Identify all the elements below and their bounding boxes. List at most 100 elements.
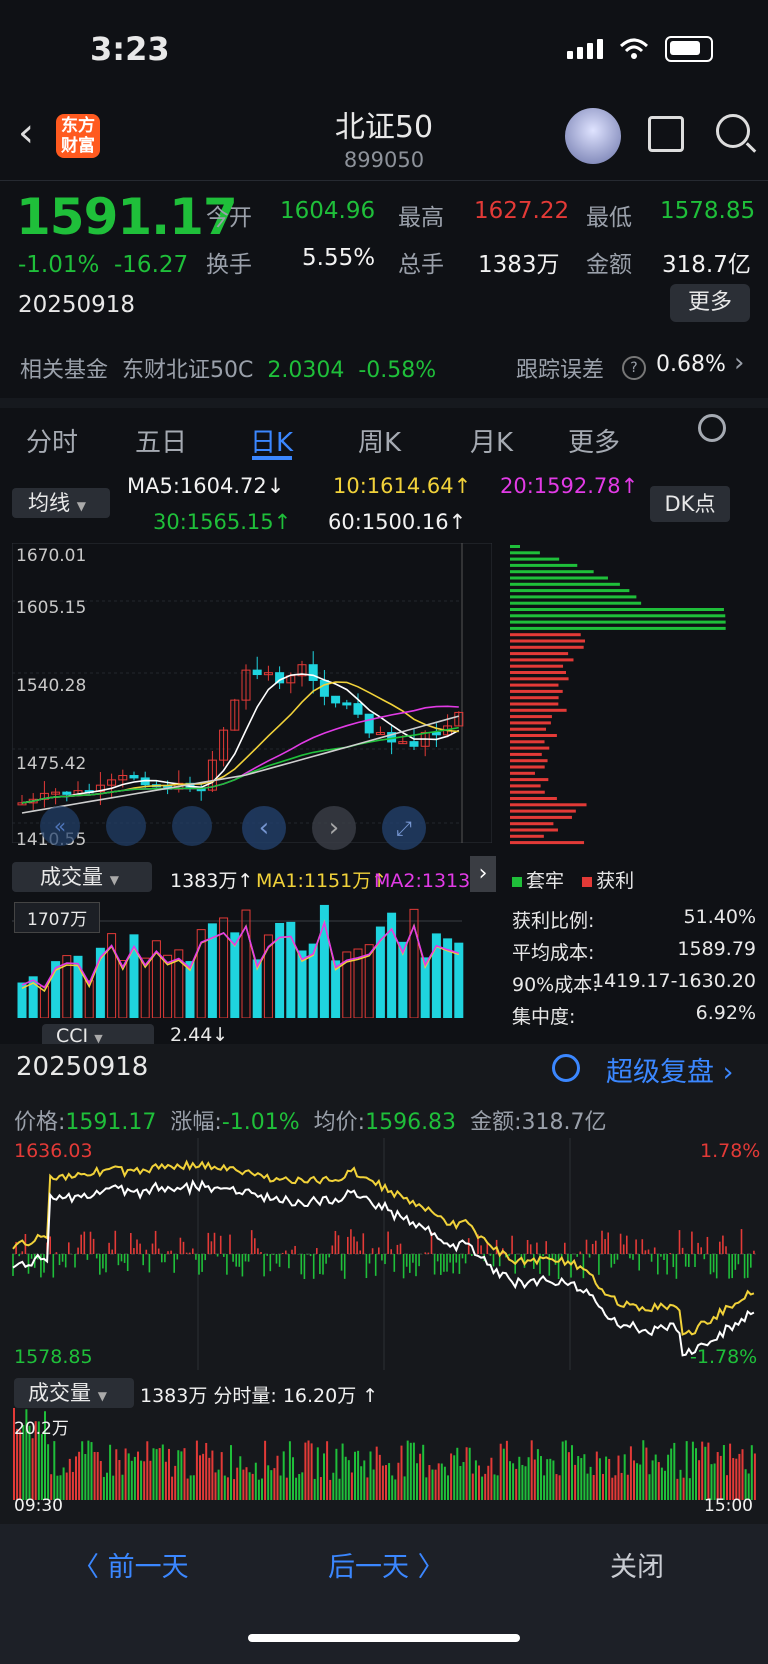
assistant-robot-icon[interactable] — [565, 108, 621, 164]
dk-point-button[interactable]: DK点 — [650, 486, 730, 522]
chip-bar — [510, 545, 520, 548]
share-icon[interactable] — [648, 116, 684, 152]
ma10-value: 10:1614.64↑ — [333, 474, 472, 498]
scroll-left-fast-icon[interactable]: « — [40, 806, 80, 846]
intraday-volume-bar — [199, 1455, 201, 1500]
chip-bar — [510, 771, 535, 775]
intraday-volume-selector[interactable]: 成交量 ▼ — [14, 1378, 134, 1408]
tab-weekly-k[interactable]: 周K — [358, 422, 401, 459]
wifi-icon — [619, 38, 649, 59]
intraday-volume-bar — [381, 1465, 384, 1500]
intraday-volume-bar — [158, 1448, 161, 1500]
chip-bar — [510, 834, 544, 838]
intraday-volume-bar — [118, 1460, 121, 1500]
intraday-volume-bar — [239, 1456, 242, 1500]
scroll-right-icon[interactable]: › — [312, 806, 356, 850]
open-value: 1604.96 — [280, 198, 376, 224]
intraday-volume-bar — [648, 1474, 651, 1500]
intraday-volume-bar — [177, 1450, 180, 1500]
intraday-volume-bar — [685, 1441, 688, 1500]
intraday-volume-bar — [406, 1440, 409, 1500]
chip-bar — [510, 689, 563, 693]
ma20-line — [21, 705, 459, 804]
chip-bar — [510, 683, 559, 687]
intraday-volume-bar — [106, 1472, 108, 1500]
intraday-volume-bar — [713, 1463, 716, 1500]
candle-body — [364, 713, 374, 734]
super-replay-link[interactable]: 超级复盘 › — [606, 1050, 733, 1089]
ma60-value: 60:1500.16↑ — [328, 510, 467, 534]
ma20-value: 20:1592.78↑ — [500, 474, 639, 498]
prev-day-button[interactable]: 〈 前一天 — [72, 1545, 189, 1584]
more-button[interactable]: 更多 — [670, 284, 750, 322]
intraday-volume-bar — [220, 1452, 223, 1500]
intraday-volume-bar — [78, 1451, 81, 1500]
intraday-volume-bar — [363, 1460, 366, 1500]
intraday-volume-bar — [251, 1473, 254, 1500]
volume-selector[interactable]: 成交量 ▼ — [12, 862, 152, 892]
intraday-bottom-pct: -1.78% — [690, 1346, 758, 1368]
intraday-volume-bar — [670, 1448, 673, 1500]
intraday-volume-bar — [152, 1448, 155, 1500]
history-icon[interactable] — [552, 1054, 580, 1082]
related-fund-row[interactable]: 相关基金 东财北证50C 2.0304 -0.58% — [20, 352, 436, 384]
intraday-volume-bar — [465, 1447, 468, 1500]
intraday-volume-bar — [40, 1434, 43, 1500]
ma-selector[interactable]: 均线 ▼ — [12, 488, 110, 518]
intraday-volume-bar — [360, 1466, 363, 1500]
chip-bar — [510, 759, 548, 763]
intraday-volume-bar — [688, 1478, 691, 1500]
volume-label: 总手 — [398, 252, 444, 278]
next-day-button[interactable]: 后一天 〉 — [328, 1545, 445, 1584]
chevron-right-icon[interactable]: › — [470, 856, 496, 892]
intraday-volume-bar — [555, 1474, 558, 1500]
panel-quote-row: 价格:1591.17 涨幅:-1.01% 均价:1596.83 金额:318.7… — [14, 1110, 607, 1135]
chevron-right-icon[interactable]: › — [734, 348, 744, 378]
turnover-value: 5.55% — [302, 245, 376, 271]
ma30-value: 30:1565.15↑ — [153, 510, 292, 534]
intraday-volume-bar — [440, 1463, 443, 1500]
intraday-volume-bar — [276, 1455, 279, 1500]
chip-bar — [510, 614, 726, 618]
intraday-volume-bar — [409, 1442, 412, 1500]
intraday-volume-bar — [753, 1453, 756, 1500]
zoom-in-icon[interactable] — [172, 806, 212, 846]
help-icon[interactable]: ? — [622, 356, 646, 380]
k-axis-label: 1670.01 — [16, 546, 87, 566]
tab-intraday[interactable]: 分时 — [26, 422, 78, 459]
ma5-value: MA5:1604.72↓ — [127, 474, 285, 498]
chip-bar — [510, 626, 726, 630]
chip-bar — [510, 645, 584, 649]
tab-more[interactable]: 更多 — [568, 422, 620, 459]
status-time: 3:23 — [90, 30, 170, 68]
intraday-volume-bar — [127, 1453, 130, 1500]
fullscreen-icon[interactable]: ⤢ — [382, 806, 426, 850]
intraday-volume-bar — [577, 1456, 580, 1500]
scroll-left-icon[interactable]: ‹ — [242, 806, 286, 850]
intraday-volume-bar — [323, 1453, 325, 1500]
close-button[interactable]: 关闭 — [610, 1545, 664, 1584]
intraday-volume-bar — [707, 1442, 710, 1500]
time-start-label: 09:30 — [14, 1496, 63, 1516]
chip-bar — [510, 815, 572, 819]
intraday-volume-bar — [140, 1460, 143, 1500]
gear-icon[interactable] — [698, 414, 726, 442]
intraday-volume-bar — [679, 1469, 682, 1500]
tab-daily-k[interactable]: 日K — [250, 422, 293, 459]
intraday-volume-bar — [90, 1442, 93, 1500]
low-value: 1578.85 — [660, 198, 756, 224]
intraday-volume-bar — [673, 1442, 676, 1500]
tab-monthly-k[interactable]: 月K — [470, 422, 513, 459]
tab-five-day[interactable]: 五日 — [135, 422, 187, 459]
zoom-out-icon[interactable] — [106, 806, 146, 846]
intraday-volume-bar — [313, 1478, 316, 1500]
chip-bar — [510, 727, 547, 731]
chip-bar — [510, 822, 554, 826]
intraday-volume-bar — [233, 1479, 236, 1500]
intraday-volume-bar — [567, 1452, 570, 1500]
intraday-volume-bar — [332, 1472, 335, 1500]
intraday-volume-bar — [664, 1470, 666, 1500]
intraday-chart[interactable] — [12, 1138, 756, 1370]
search-icon[interactable] — [716, 114, 750, 148]
intraday-volume-bar — [96, 1452, 99, 1500]
